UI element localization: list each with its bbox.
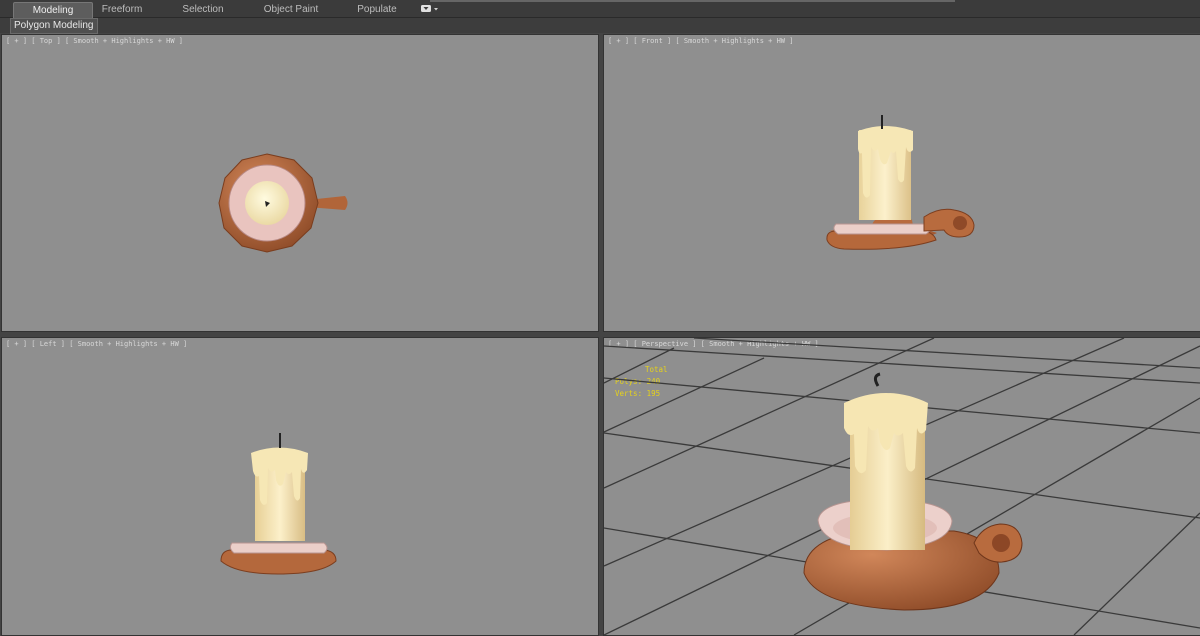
polygon-modeling-panel-toggle[interactable]: Polygon Modeling <box>10 18 98 34</box>
subbar: Polygon Modeling <box>0 18 1200 34</box>
ribbon-divider <box>430 0 955 2</box>
candle-top-view <box>218 153 348 253</box>
tab-populate[interactable]: Populate <box>348 2 406 17</box>
tab-selection[interactable]: Selection <box>172 2 234 17</box>
wick-icon <box>873 372 881 387</box>
dropdown-toggle-icon[interactable] <box>420 4 440 14</box>
tab-modeling[interactable]: Modeling <box>13 2 93 18</box>
viewport-front[interactable]: [ + ] [ Front ] [ Smooth + Highlights + … <box>603 34 1200 332</box>
viewport-perspective[interactable]: [ + ] [ Perspective ] [ Smooth + Highlig… <box>603 337 1200 636</box>
candle-perspective-view <box>604 338 1200 635</box>
tab-object-paint[interactable]: Object Paint <box>255 2 327 17</box>
viewport-top[interactable]: [ + ] [ Top ] [ Smooth + Highlights + HW… <box>1 34 599 332</box>
viewport-left[interactable]: [ + ] [ Left ] [ Smooth + Highlights + H… <box>1 337 599 636</box>
ribbon: Modeling Freeform Selection Object Paint… <box>0 0 1200 18</box>
candle-left-view <box>220 433 337 575</box>
tab-freeform[interactable]: Freeform <box>92 2 152 17</box>
candle-front-view <box>826 115 975 250</box>
